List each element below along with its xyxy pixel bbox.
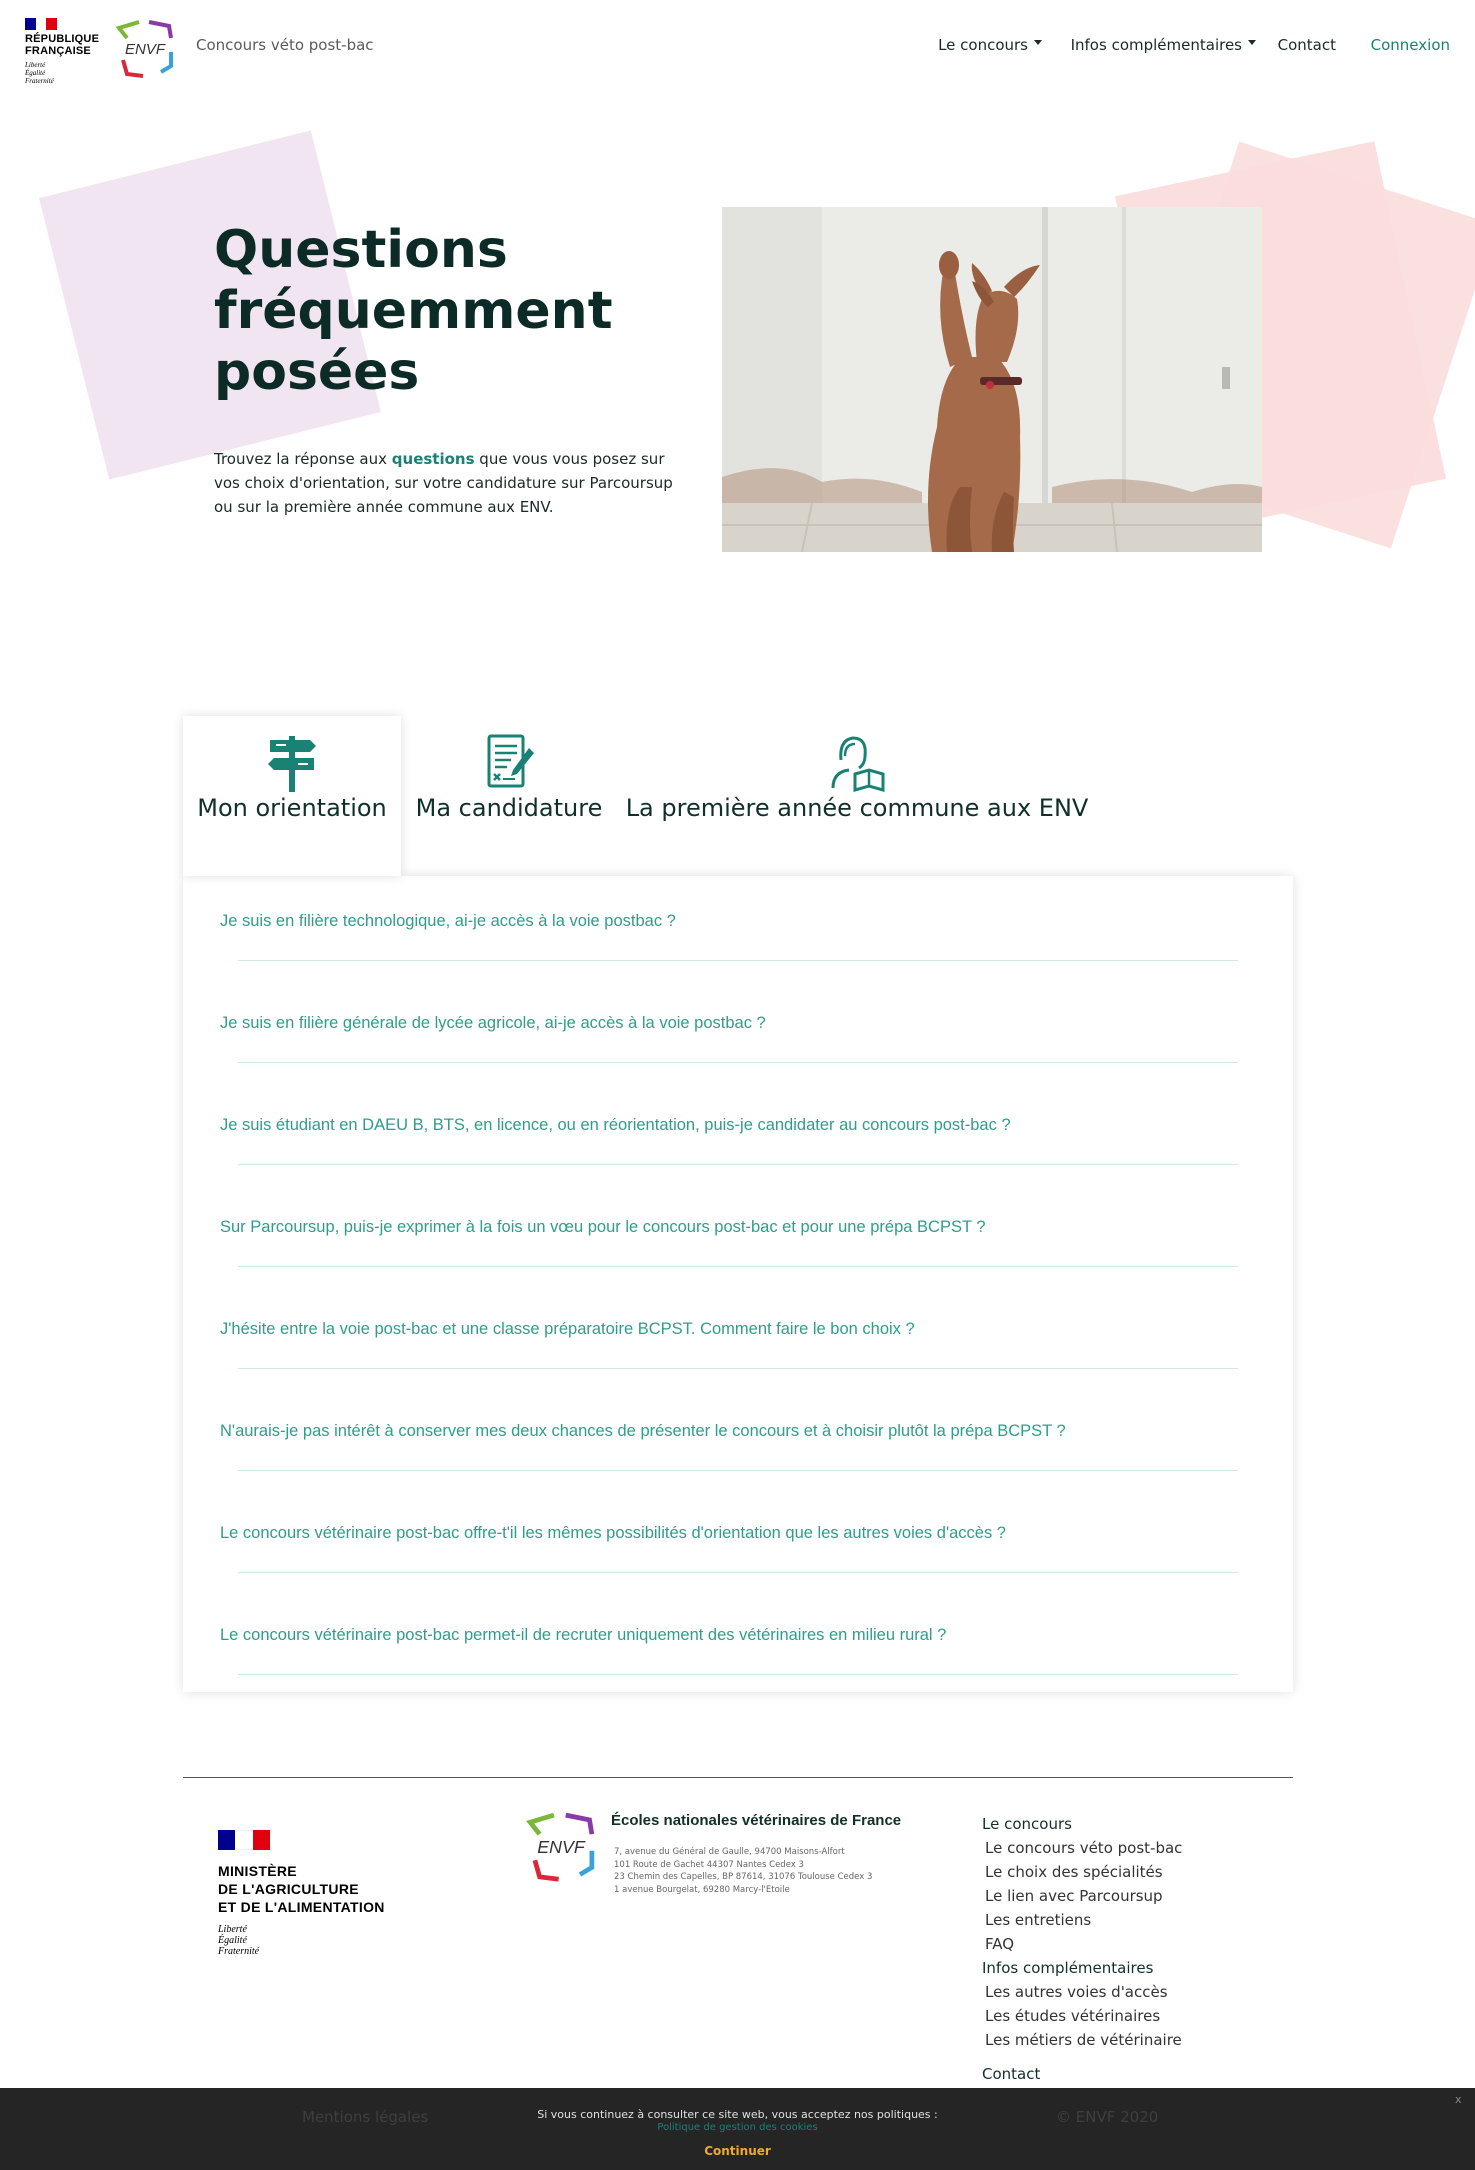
republique-francaise-logo[interactable]: RÉPUBLIQUE FRANÇAISE Liberté Égalité Fra… — [25, 18, 105, 86]
site-name[interactable]: Concours véto post-bac — [196, 36, 374, 54]
faq-question[interactable]: Je suis étudiant en DAEU B, BTS, en lice… — [220, 1116, 1011, 1135]
divider — [238, 1470, 1238, 1471]
footer-link[interactable]: Le lien avec Parcoursup — [982, 1884, 1242, 1908]
nav-connexion[interactable]: Connexion — [1371, 36, 1450, 54]
faq-item[interactable]: N'aurais-je pas intérêt à conserver mes … — [183, 1386, 1293, 1488]
faq-item[interactable]: Je suis en filière technologique, ai-je … — [183, 876, 1293, 978]
french-flag-icon — [218, 1830, 270, 1850]
faq-question[interactable]: Le concours vétérinaire post-bac permet-… — [220, 1626, 946, 1645]
signpost-icon — [268, 736, 316, 792]
hero-dog-photo — [722, 207, 1262, 552]
divider — [238, 1266, 1238, 1267]
site-header: RÉPUBLIQUE FRANÇAISE Liberté Égalité Fra… — [0, 0, 1475, 95]
faq-question[interactable]: Je suis en filière technologique, ai-je … — [220, 912, 676, 931]
faq-panel: Je suis en filière technologique, ai-je … — [183, 876, 1293, 1692]
footer-links: Le concours Le concours véto post-bac Le… — [982, 1812, 1242, 2086]
envf-logo-icon[interactable]: ENVF — [113, 16, 177, 80]
divider — [238, 1062, 1238, 1063]
footer-link[interactable]: Le concours véto post-bac — [982, 1836, 1242, 1860]
footer-link-contact[interactable]: Contact — [982, 2062, 1242, 2086]
divider — [238, 1572, 1238, 1573]
student-book-icon — [831, 736, 885, 792]
close-icon[interactable]: x — [1455, 2093, 1462, 2106]
faq-item[interactable]: Le concours vétérinaire post-bac offre-t… — [183, 1488, 1293, 1590]
org-addresses: 7, avenue du Général de Gaulle, 94700 Ma… — [614, 1847, 873, 1895]
svg-text:ENVF: ENVF — [125, 41, 166, 58]
french-flag-icon — [25, 18, 58, 30]
tab-ma-candidature[interactable]: Ma candidature — [403, 716, 615, 876]
faq-question[interactable]: J'hésite entre la voie post-bac et une c… — [220, 1320, 915, 1339]
divider — [238, 1368, 1238, 1369]
footer-link-le-concours[interactable]: Le concours — [982, 1812, 1242, 1836]
footer-link[interactable]: FAQ — [982, 1932, 1242, 1956]
footer-link[interactable]: Le choix des spécialités — [982, 1860, 1242, 1884]
envf-logo-icon[interactable]: ENVF — [523, 1808, 599, 1884]
faq-question[interactable]: Je suis en filière générale de lycée agr… — [220, 1014, 766, 1033]
nav-contact[interactable]: Contact — [1278, 36, 1336, 54]
footer-link[interactable]: Les études vétérinaires — [982, 2004, 1242, 2028]
intro-highlight: questions — [391, 450, 475, 468]
faq-item[interactable]: Je suis en filière générale de lycée agr… — [183, 978, 1293, 1080]
cookie-policy-link[interactable]: Politique de gestion des cookies — [0, 2122, 1475, 2133]
divider — [238, 1164, 1238, 1165]
footer-link-infos[interactable]: Infos complémentaires — [982, 1956, 1242, 1980]
tab-premiere-annee[interactable]: La première année commune aux ENV — [617, 716, 1097, 876]
faq-item[interactable]: Le concours vétérinaire post-bac permet-… — [183, 1590, 1293, 1692]
footer-divider — [183, 1777, 1293, 1778]
page-title: Questions fréquemment posées — [214, 220, 613, 402]
hero-intro: Trouvez la réponse aux questions que vou… — [214, 450, 673, 516]
faq-item[interactable]: J'hésite entre la voie post-bac et une c… — [183, 1284, 1293, 1386]
ministry-motto: Liberté Égalité Fraternité — [218, 1924, 260, 1957]
document-pen-icon — [487, 734, 534, 788]
cookie-continue-button[interactable]: Continuer — [0, 2144, 1475, 2158]
faq-question[interactable]: Le concours vétérinaire post-bac offre-t… — [220, 1524, 1006, 1543]
republique-motto: Liberté Égalité Fraternité — [25, 61, 54, 85]
faq-question[interactable]: N'aurais-je pas intérêt à conserver mes … — [220, 1422, 1066, 1441]
org-name: Écoles nationales vétérinaires de France — [611, 1812, 902, 1829]
faq-question[interactable]: Sur Parcoursup, puis-je exprimer à la fo… — [220, 1218, 986, 1237]
nav-le-concours[interactable]: Le concours — [938, 36, 1042, 54]
divider — [238, 1674, 1238, 1675]
footer-link[interactable]: Les métiers de vétérinaire — [982, 2028, 1242, 2052]
tab-label: Ma candidature — [415, 794, 603, 822]
republique-title: RÉPUBLIQUE FRANÇAISE — [25, 33, 100, 57]
svg-text:ENVF: ENVF — [537, 1837, 586, 1857]
caret-down-icon — [1034, 40, 1042, 45]
faq-item[interactable]: Je suis étudiant en DAEU B, BTS, en lice… — [183, 1080, 1293, 1182]
cookie-message: Si vous continuez à consulter ce site we… — [537, 2108, 938, 2121]
tab-label: La première année commune aux ENV — [625, 794, 1089, 822]
ministry-name: MINISTÈRE DE L'AGRICULTURE ET DE L'ALIME… — [218, 1863, 385, 1915]
tab-mon-orientation[interactable]: Mon orientation — [183, 716, 401, 876]
nav-infos-complementaires[interactable]: Infos complémentaires — [1071, 36, 1256, 54]
faq-item[interactable]: Sur Parcoursup, puis-je exprimer à la fo… — [183, 1182, 1293, 1284]
caret-down-icon — [1248, 40, 1256, 45]
tab-label: Mon orientation — [197, 794, 387, 822]
divider — [238, 960, 1238, 961]
ministry-logo[interactable]: MINISTÈRE DE L'AGRICULTURE ET DE L'ALIME… — [218, 1830, 438, 1957]
footer-link[interactable]: Les entretiens — [982, 1908, 1242, 1932]
footer-link[interactable]: Les autres voies d'accès — [982, 1980, 1242, 2004]
